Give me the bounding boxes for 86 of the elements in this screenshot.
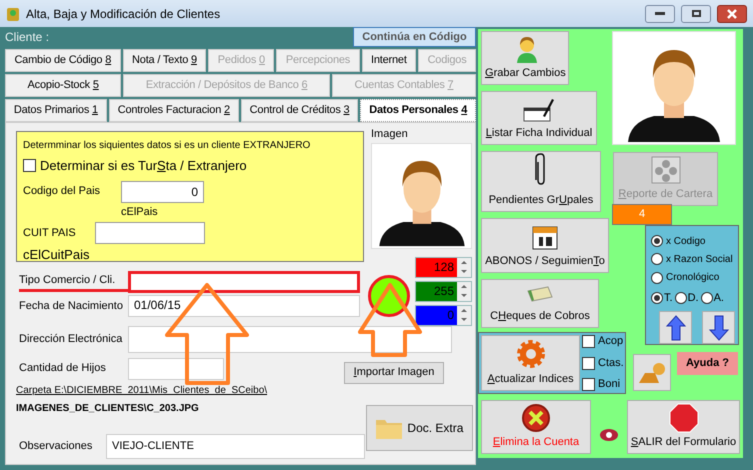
spinner-arrows-icon[interactable]	[457, 282, 471, 300]
pending-groups-button[interactable]: Pendientes GrUpales	[481, 151, 601, 212]
radio-label: x Codigo	[666, 234, 706, 249]
tab[interactable]: Nota / Texto 9	[122, 49, 206, 72]
folder-path: Carpeta E:\DICIEMBRE_2011\Mis_Clientes_de_SCeibo\	[16, 384, 268, 398]
observations-field[interactable]: VIEJO-CLIENTE	[106, 434, 365, 458]
radio-button[interactable]	[651, 292, 663, 304]
cancel-icon	[521, 402, 551, 432]
app-icon	[6, 6, 20, 22]
radio-button[interactable]	[700, 292, 713, 304]
checkbox-label: Boni	[598, 377, 620, 392]
radio-label: D.	[688, 291, 699, 306]
country-code-field[interactable]: 0	[121, 180, 204, 202]
checkbox-label: Ctas.	[598, 356, 624, 371]
import-image-button[interactable]: Importar Imagen	[344, 362, 444, 384]
field-label: Dirección Electrónica	[19, 332, 124, 348]
update-indexes-button[interactable]: Actualizar Indices	[481, 335, 580, 391]
color-spinner[interactable]: 128	[415, 256, 472, 278]
checkbox-label: Determinar si es TurSta / Extranjero	[40, 157, 247, 175]
move-up-button[interactable]	[659, 311, 692, 344]
cuit-field[interactable]	[95, 222, 205, 244]
tab[interactable]: Datos Primarios 1	[5, 99, 107, 122]
exit-form-button[interactable]: SALIR del Formulario	[627, 400, 740, 454]
spinner-arrows-icon[interactable]	[457, 258, 471, 276]
tab[interactable]: Internet	[362, 49, 416, 72]
radio-label: A.	[714, 291, 724, 306]
radio-label: T.	[664, 291, 673, 306]
person-icon	[514, 34, 538, 62]
checkbox[interactable]	[582, 335, 595, 348]
extra-documents-button[interactable]: Doc. Extra	[366, 404, 473, 450]
close-button[interactable]	[717, 4, 747, 22]
field-label: Cantidad de Hijos	[19, 361, 107, 376]
minimize-button[interactable]	[645, 4, 675, 22]
cuit-caption: cElCuitPais	[23, 246, 90, 264]
tab[interactable]: Acopio-Stock 5	[5, 74, 122, 97]
checkbox[interactable]	[582, 378, 595, 391]
up-arrow-icon	[666, 314, 686, 341]
report-count: 4	[612, 204, 672, 225]
text-field[interactable]: 01/06/15	[128, 295, 360, 317]
spinner-value: 0	[416, 306, 457, 324]
tab[interactable]: Cambio de Código 8	[5, 49, 121, 72]
save-changes-button[interactable]: Grabar Cambios	[481, 31, 569, 85]
image-label: Imagen	[371, 127, 408, 142]
field-label: Fecha de Nacimiento	[19, 298, 124, 314]
payments-button[interactable]: ABONOS / SeguimienTo	[481, 218, 609, 273]
spinner-value: 255	[416, 282, 457, 300]
radio-button[interactable]	[651, 253, 663, 266]
radio-label: x Razon Social	[666, 252, 733, 267]
paperclip-icon	[534, 152, 548, 186]
color-spinner[interactable]: 255	[415, 280, 472, 302]
small-emblem-icon	[599, 428, 619, 442]
field-label: Codigo del Pais	[23, 184, 102, 200]
down-arrow-icon	[708, 314, 728, 341]
gear-icon	[516, 338, 546, 368]
move-down-button[interactable]	[702, 311, 735, 344]
text-field[interactable]	[128, 326, 452, 353]
field-label: CUIT PAIS	[23, 226, 77, 241]
foreign-heading: Determminar los siquientes datos si es un cliente EXTRANJERO	[23, 139, 312, 153]
spinner-value: 128	[416, 258, 457, 276]
stop-sign-icon	[668, 402, 698, 432]
window-title: Alta, Baja y Modificación de Clientes	[26, 6, 222, 22]
tab[interactable]: Datos Personales 4	[360, 99, 476, 122]
tab[interactable]: Controles Facturacion 2	[108, 99, 239, 122]
maximize-button[interactable]	[681, 4, 711, 22]
close-icon	[727, 8, 737, 18]
help-button[interactable]: Ayuda ?	[677, 352, 738, 375]
tab[interactable]: Control de Créditos 3	[240, 99, 358, 122]
banknotes-icon	[526, 284, 554, 302]
text-field[interactable]	[128, 271, 360, 293]
print-record-button[interactable]: Listar Ficha Individual	[481, 91, 597, 145]
field-label: Observaciones	[19, 438, 94, 454]
image-file-name: IMAGENES_DE_CLIENTES\C_203.JPG	[16, 402, 200, 416]
radio-button[interactable]	[651, 235, 663, 248]
checkbox[interactable]	[23, 159, 36, 172]
radio-button[interactable]	[674, 292, 687, 304]
spinner-arrows-icon[interactable]	[457, 306, 471, 324]
checks-button[interactable]: CHeques de Cobros	[481, 279, 599, 328]
client-label: Cliente :	[5, 29, 50, 46]
checkbox-label: Acop	[598, 334, 624, 350]
continue-in-code-button[interactable]: Continúa en Código	[353, 27, 476, 47]
radio-label: Cronológico	[666, 271, 720, 286]
radio-button[interactable]	[651, 272, 663, 284]
country-caption: cElPais	[121, 204, 159, 220]
checkbox[interactable]	[582, 356, 595, 370]
text-field[interactable]	[128, 358, 224, 380]
dots-window-icon	[650, 156, 680, 184]
